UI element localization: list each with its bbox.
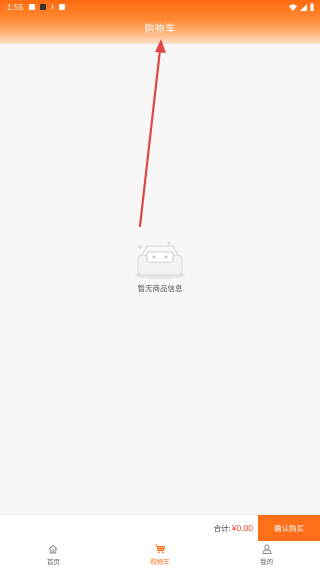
home-icon xyxy=(49,544,58,553)
header: 1:55 ⭳ 购物车 xyxy=(0,0,320,44)
cart-icon xyxy=(155,544,165,553)
checkout-bar: 合计: ¥0.00 确认购买 xyxy=(0,514,320,542)
app-icon xyxy=(40,4,47,10)
tabbar: 首页 购物车 我的 xyxy=(0,541,320,568)
total-value: ¥0.00 xyxy=(231,523,253,533)
status-system-icons xyxy=(289,3,314,11)
status-bar: 1:55 ⭳ xyxy=(0,0,320,14)
tab-home-label: 首页 xyxy=(46,558,60,566)
page-title: 购物车 xyxy=(144,24,176,35)
tab-cart[interactable]: 购物车 xyxy=(107,541,214,568)
total-label: 合计: xyxy=(213,523,231,533)
status-time: 1:55 xyxy=(7,2,24,12)
status-notification-icons: ⭳ xyxy=(29,3,65,11)
confirm-purchase-button[interactable]: 确认购买 xyxy=(258,514,320,542)
download-icon: ⭳ xyxy=(51,3,54,11)
wifi-icon xyxy=(289,4,297,11)
tab-cart-label: 购物车 xyxy=(150,558,170,566)
user-icon xyxy=(262,544,272,554)
image-icon xyxy=(29,4,36,10)
tab-profile-label: 我的 xyxy=(260,558,274,566)
signal-icon xyxy=(300,3,307,11)
empty-box-icon xyxy=(135,241,185,279)
battery-icon xyxy=(310,3,314,11)
tab-home[interactable]: 首页 xyxy=(0,541,107,568)
notification-icon xyxy=(58,4,65,10)
empty-message: 暂无商品信息 xyxy=(137,284,183,293)
tab-profile[interactable]: 我的 xyxy=(213,541,320,568)
